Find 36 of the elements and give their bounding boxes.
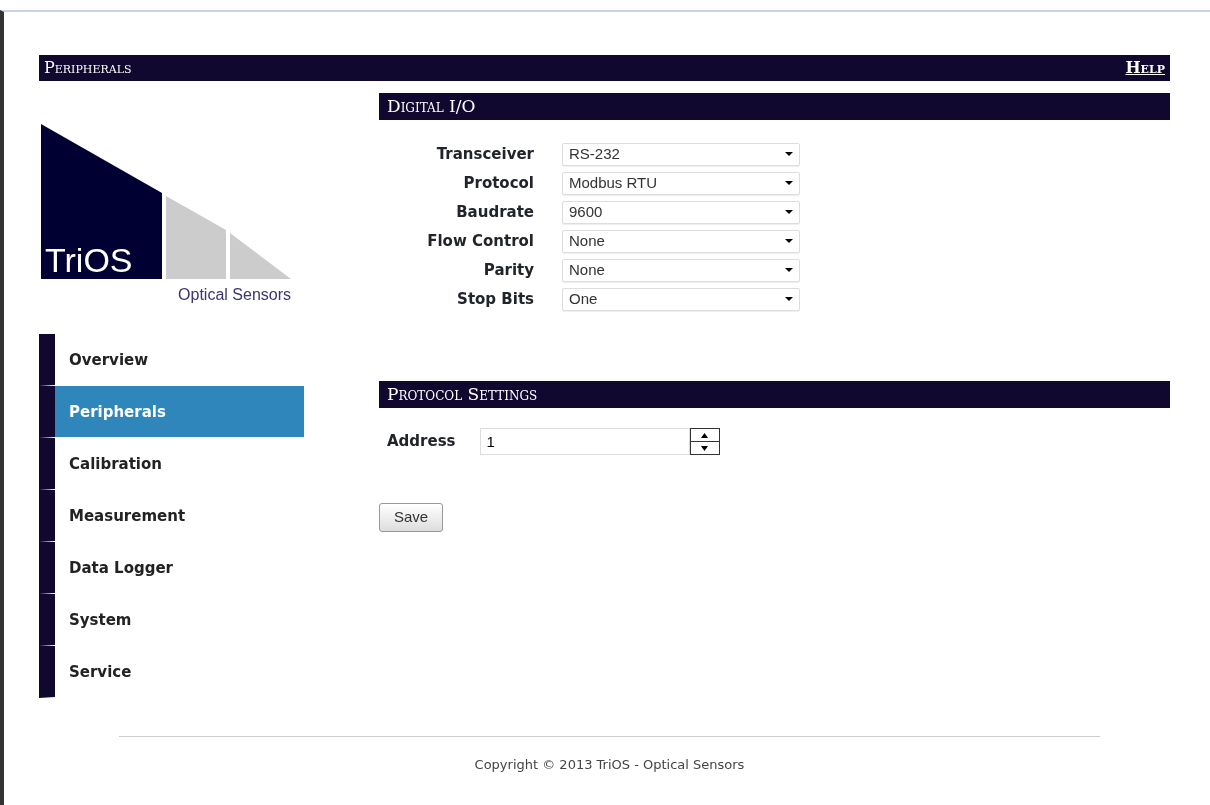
caret-icon — [785, 181, 793, 185]
field-label: Stop Bits — [456, 288, 534, 310]
sidebar-item[interactable]: Data Logger — [39, 542, 304, 594]
dropdown[interactable]: One — [562, 287, 800, 311]
field-label: Protocol — [462, 172, 534, 194]
dropdown[interactable]: None — [562, 258, 800, 282]
sidebar-item[interactable]: Measurement — [39, 490, 304, 542]
section-header: Digital I/O — [379, 93, 1170, 120]
up-arrow-icon — [701, 432, 708, 438]
sidebar-item[interactable]: Service — [39, 646, 304, 698]
field-label: Transceiver — [435, 143, 534, 165]
spin-button[interactable] — [689, 428, 720, 455]
caret-icon — [785, 239, 793, 243]
dropdown[interactable]: Modbus RTU — [562, 171, 800, 195]
down-arrow-icon — [701, 445, 708, 451]
sidebar-item[interactable]: Calibration — [39, 438, 304, 490]
logo-drawing: TriOS Optical Sensors — [39, 121, 291, 306]
copyright-text: Copyright © 2013 TriOS - Optical Sensors — [474, 757, 745, 772]
section-header: Protocol Settings — [379, 381, 1170, 408]
dropdown[interactable]: None — [562, 229, 800, 253]
save-button[interactable]: Save — [379, 503, 444, 532]
dropdown[interactable]: 9600 — [562, 200, 800, 224]
sidebar-item[interactable]: System — [39, 594, 304, 646]
field-label: Flow Control — [426, 230, 534, 252]
caret-icon — [785, 268, 793, 272]
caret-icon — [785, 152, 793, 156]
dropdown[interactable]: RS-232 — [562, 142, 800, 166]
field-label: Address — [387, 431, 456, 453]
field-label: Parity — [482, 259, 534, 281]
address-input-field[interactable]: 1 — [479, 428, 690, 455]
page-title: Peripherals — [44, 57, 132, 79]
help-link[interactable]: Help — [1125, 56, 1165, 80]
sidebar-item[interactable]: Peripherals — [39, 386, 304, 438]
field-label: Baudrate — [455, 201, 534, 223]
caret-icon — [785, 210, 793, 214]
caret-icon — [785, 297, 793, 301]
